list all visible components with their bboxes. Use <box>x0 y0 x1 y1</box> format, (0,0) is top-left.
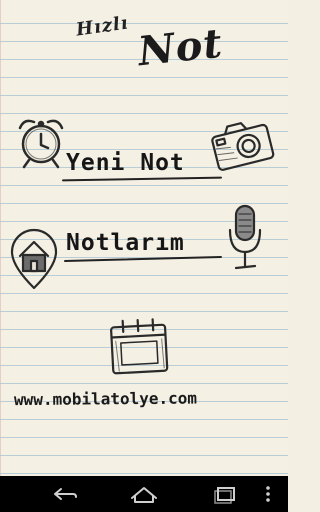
calendar-icon <box>110 318 169 375</box>
app-title-big: Not <box>135 19 225 76</box>
system-navigation-bar <box>0 476 288 512</box>
home-icon[interactable] <box>124 482 164 506</box>
new-note-button[interactable]: Yeni Not <box>61 150 223 182</box>
my-notes-label: Notlarım <box>66 230 185 256</box>
menu-icon[interactable] <box>258 482 278 506</box>
website-link[interactable]: www.mobilatolye.com <box>14 388 276 410</box>
microphone-icon <box>228 204 262 270</box>
my-notes-underline <box>64 255 222 263</box>
recents-icon[interactable] <box>206 482 246 506</box>
camera-icon <box>211 122 275 171</box>
home-icon <box>10 228 58 290</box>
app-logo: Hızlı Not <box>72 6 225 86</box>
back-icon[interactable] <box>44 482 84 506</box>
new-note-underline <box>61 176 223 182</box>
margin-line <box>0 0 1 476</box>
new-note-label: Yeni Not <box>66 150 185 176</box>
notebook-background: Hızlı Not Yeni Not Notlarım www.mobilato… <box>0 0 288 476</box>
app-title-small: Hızlı <box>74 12 130 41</box>
my-notes-button[interactable]: Notlarım <box>64 230 222 263</box>
alarm-clock-icon <box>18 119 64 169</box>
